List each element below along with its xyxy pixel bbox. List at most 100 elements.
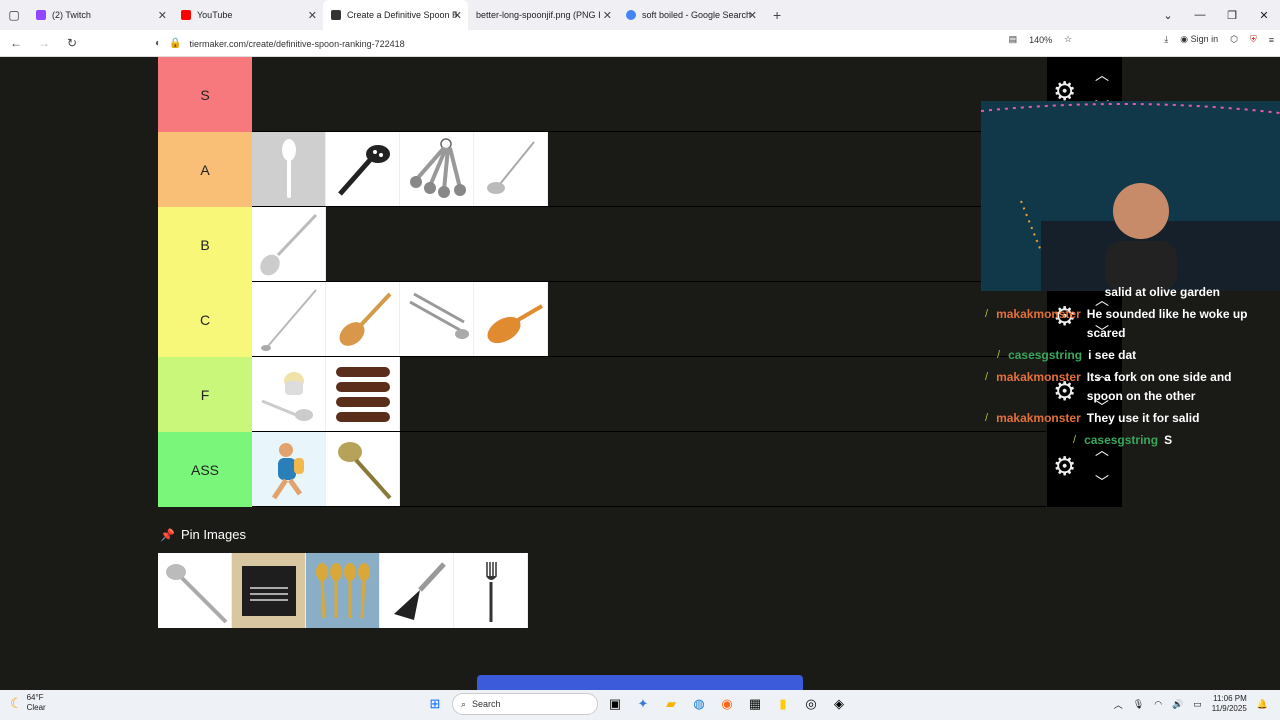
- shield-extension-icon[interactable]: ⛨: [1250, 34, 1257, 45]
- tier-label[interactable]: S: [158, 57, 252, 132]
- tier-row-b: B: [158, 207, 1046, 282]
- tab-google[interactable]: soft boiled - Google Search ✕: [618, 0, 763, 30]
- bookmark-star-icon[interactable]: ☆: [1064, 34, 1072, 45]
- minimize-button[interactable]: —: [1184, 9, 1216, 21]
- new-tab-button[interactable]: +: [773, 7, 781, 23]
- wooden-spatula-image[interactable]: [474, 282, 548, 356]
- wooden-spoon-image[interactable]: [326, 282, 400, 356]
- egg-spoon-image[interactable]: [252, 357, 326, 431]
- task-view-icon[interactable]: ▣: [604, 693, 626, 715]
- stream-chat: salid at olive garden / makakmonster He …: [985, 285, 1280, 453]
- chevron-down-icon[interactable]: ⌄: [1152, 9, 1184, 22]
- taskbar-apps: ⊞ ⌕ Search ▣ ✦ ▰ ◍ ◉ ▦ ▮ ◎ ◈: [424, 693, 850, 715]
- reader-icon[interactable]: ▤: [1009, 34, 1018, 45]
- tier-items: [252, 432, 400, 506]
- sticky-notes-icon[interactable]: ▮: [772, 693, 794, 715]
- gear-icon[interactable]: ⚙: [1053, 78, 1077, 104]
- google-icon: [626, 10, 636, 20]
- window-controls: ⌄ — ❐ ✕: [1152, 0, 1280, 30]
- pickle-badge-icon: /: [985, 308, 989, 320]
- chocolate-spoons-image[interactable]: [326, 357, 400, 431]
- cutlery-box-image[interactable]: [232, 553, 306, 628]
- chat-message: / makakmonster He sounded like he woke u…: [985, 305, 1280, 343]
- windows-start-icon[interactable]: ⊞: [424, 693, 446, 715]
- tiermaker-page: S A B C F ASS ⚙ ︿ ⚙ ︿ ﹀ ⚙ ︿ ﹀ ⚙ ︿ ﹀ sali…: [0, 57, 1280, 690]
- menu-icon[interactable]: ≡: [1269, 35, 1274, 45]
- youtube-icon: [181, 10, 191, 20]
- weather-widget[interactable]: ☾ 64°F Clear: [10, 693, 46, 713]
- tab-twitch[interactable]: (2) Twitch ✕: [28, 0, 173, 30]
- measuring-spoons-image[interactable]: [400, 132, 474, 206]
- clock[interactable]: 11:06 PM 11/9/2025: [1212, 694, 1247, 714]
- cartoon-figure-image[interactable]: [252, 432, 326, 506]
- back-button[interactable]: ←: [4, 36, 28, 50]
- close-icon[interactable]: ✕: [603, 9, 612, 22]
- tier-items: [252, 207, 326, 281]
- tiermaker-icon: [331, 10, 341, 20]
- unranked-images: [158, 553, 528, 628]
- os-taskbar: ☾ 64°F Clear ⊞ ⌕ Search ▣ ✦ ▰ ◍ ◉ ▦ ▮ ◎ …: [0, 690, 1280, 720]
- tier-row-a: A: [158, 132, 1046, 207]
- tab-png[interactable]: better-long-spoonjif.png (PNG Ima ✕: [468, 0, 618, 30]
- chat-message: salid at olive garden: [1104, 285, 1220, 299]
- edge-icon[interactable]: ◍: [688, 693, 710, 715]
- download-icon[interactable]: ⤓: [1164, 34, 1168, 45]
- extensions-icon[interactable]: ⬡: [1230, 34, 1238, 45]
- firefox-icon[interactable]: ◉: [716, 693, 738, 715]
- tier-label[interactable]: A: [158, 132, 252, 207]
- chat-message: / makakmonster They use it for salid: [985, 409, 1280, 428]
- tier-label[interactable]: C: [158, 282, 252, 357]
- wifi-icon[interactable]: ◠: [1154, 699, 1162, 710]
- tier-label[interactable]: ASS: [158, 432, 252, 507]
- gold-spoons-image[interactable]: [306, 553, 380, 628]
- battery-icon[interactable]: ▭: [1193, 699, 1202, 710]
- long-spoon-image[interactable]: [252, 282, 326, 356]
- address-bar[interactable]: ◐ 🔒 tiermaker.com/create/definitive-spoo…: [155, 34, 405, 53]
- chevron-down-icon[interactable]: ﹀: [1095, 472, 1109, 492]
- volume-icon[interactable]: 🔊: [1172, 699, 1183, 710]
- save-button[interactable]: [477, 675, 803, 690]
- gear-icon[interactable]: ⚙: [1053, 453, 1077, 479]
- tier-row-ass: ASS: [158, 432, 1046, 507]
- serving-spoon-image[interactable]: [326, 432, 400, 506]
- microphone-icon[interactable]: 🎙: [1133, 699, 1144, 710]
- chevron-up-icon[interactable]: ︿: [1114, 698, 1123, 711]
- store-icon[interactable]: ▦: [744, 693, 766, 715]
- notification-bell-icon[interactable]: 🔔: [1257, 699, 1268, 710]
- close-window-button[interactable]: ✕: [1248, 9, 1280, 22]
- maximize-button[interactable]: ❐: [1216, 9, 1248, 22]
- pasta-server-image[interactable]: [326, 132, 400, 206]
- tier-label[interactable]: B: [158, 207, 252, 282]
- folder-icon[interactable]: ▰: [660, 693, 682, 715]
- silver-spoon-image[interactable]: [158, 553, 232, 628]
- obs-icon[interactable]: ◎: [800, 693, 822, 715]
- app-icon[interactable]: ◈: [828, 693, 850, 715]
- plastic-spoon-image[interactable]: [252, 132, 326, 206]
- close-icon[interactable]: ✕: [453, 9, 462, 22]
- chevron-up-icon[interactable]: ︿: [1095, 65, 1109, 85]
- close-icon[interactable]: ✕: [158, 9, 167, 22]
- pin-images-header: 📌 Pin Images: [160, 527, 246, 542]
- twitch-icon: [36, 10, 46, 20]
- slotted-spoon-image[interactable]: [252, 207, 326, 281]
- tier-label[interactable]: F: [158, 357, 252, 432]
- copilot-icon[interactable]: ✦: [632, 693, 654, 715]
- tab-youtube[interactable]: YouTube ✕: [173, 0, 323, 30]
- close-icon[interactable]: ✕: [748, 9, 757, 22]
- ladle-image[interactable]: [474, 132, 548, 206]
- chat-message: / casesgstring S: [985, 431, 1280, 450]
- forward-button[interactable]: →: [32, 36, 56, 50]
- account-button[interactable]: ◉ Sign in: [1180, 34, 1218, 45]
- fork-image[interactable]: [454, 553, 528, 628]
- pie-server-image[interactable]: [380, 553, 454, 628]
- zoom-level[interactable]: 140%: [1029, 35, 1052, 45]
- taskbar-search[interactable]: ⌕ Search: [452, 693, 598, 715]
- tongs-image[interactable]: [400, 282, 474, 356]
- chat-message: / makakmonster Its a fork on one side an…: [985, 368, 1280, 406]
- tab-list-icon[interactable]: ▢: [0, 0, 28, 30]
- tab-tiermaker[interactable]: Create a Definitive Spoon Rank ✕: [323, 0, 468, 30]
- tier-items: [252, 282, 548, 356]
- reload-button[interactable]: ↻: [60, 36, 84, 50]
- browser-navbar: ← → ↻ ◐ 🔒 tiermaker.com/create/definitiv…: [0, 30, 1280, 57]
- close-icon[interactable]: ✕: [308, 9, 317, 22]
